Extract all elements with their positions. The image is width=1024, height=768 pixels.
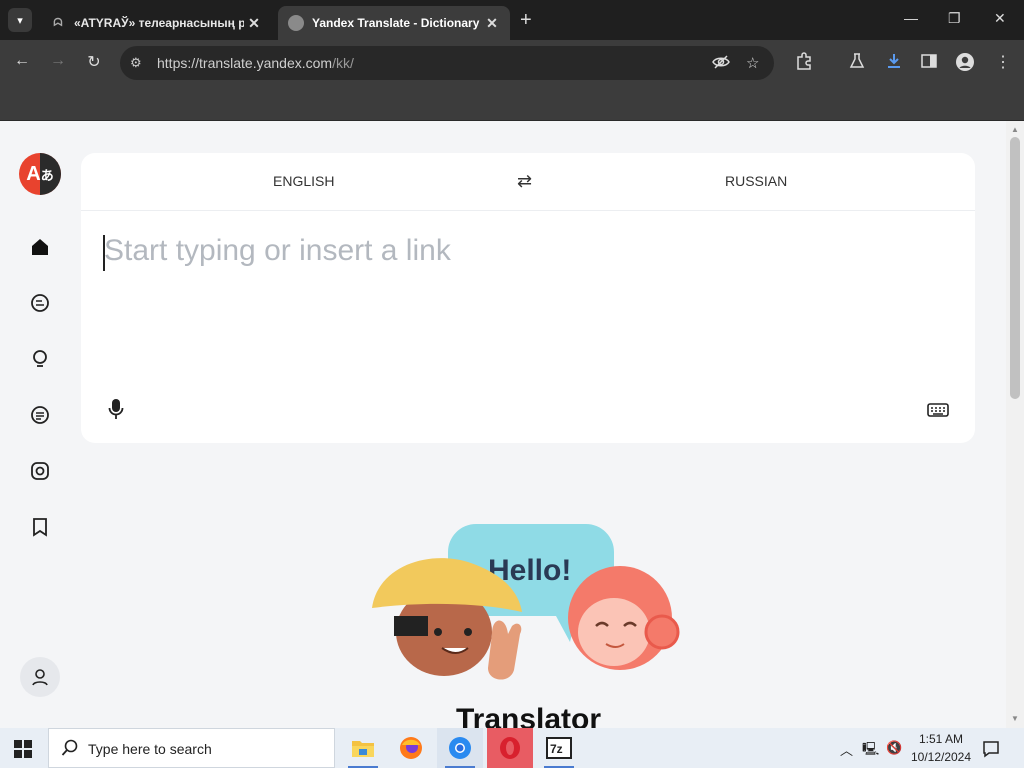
browser-menu-icon[interactable]: ⋮ — [995, 52, 1011, 72]
taskbar-search-box[interactable]: Type here to search — [48, 728, 335, 768]
minimize-icon[interactable]: — — [904, 10, 918, 26]
camera-icon[interactable] — [26, 457, 54, 485]
profile-button[interactable] — [20, 657, 60, 697]
tab-title: Yandex Translate - Dictionary a — [312, 16, 482, 30]
windows-start-icon[interactable] — [14, 740, 32, 763]
chrome-icon[interactable] — [437, 728, 483, 768]
labs-flask-icon[interactable] — [848, 52, 866, 75]
target-language-button[interactable]: RUSSIAN — [725, 173, 787, 189]
restore-icon[interactable]: ❐ — [948, 10, 961, 27]
reload-icon[interactable]: ↻ — [84, 52, 104, 72]
tab-close-icon[interactable]: ✕ — [482, 15, 502, 32]
download-icon[interactable] — [885, 52, 903, 75]
source-language-button[interactable]: ENGLISH — [273, 173, 334, 189]
file-explorer-icon[interactable] — [340, 728, 386, 768]
profile-avatar-icon[interactable] — [955, 52, 975, 77]
taskbar-clock[interactable]: 1:51 AM 10/12/2024 — [906, 730, 976, 766]
url-text[interactable]: https://translate.yandex.com/kk/ — [157, 55, 354, 71]
source-text-input[interactable]: Start typing or insert a link — [104, 234, 451, 268]
microphone-icon[interactable] — [108, 398, 124, 425]
7zip-icon[interactable]: 7z — [536, 728, 582, 768]
site-settings-icon[interactable]: ⚙ — [130, 55, 142, 71]
eye-off-icon[interactable] — [712, 54, 730, 74]
tab-yandex-translate[interactable]: Yandex Translate - Dictionary a ✕ — [278, 6, 510, 40]
notifications-icon[interactable] — [982, 740, 1000, 761]
volume-muted-icon[interactable]: 🔇 — [886, 740, 902, 756]
bookmark-icon[interactable] — [26, 513, 54, 541]
tab-close-icon[interactable]: ✕ — [244, 15, 264, 32]
show-hidden-icons[interactable]: ︿ — [840, 740, 853, 759]
clock-date: 10/12/2024 — [910, 750, 972, 764]
windows-taskbar: Type here to search 7z ︿ 🖳 🔇 1:51 AM 10/… — [0, 728, 1024, 768]
scrollbar-thumb[interactable] — [1010, 137, 1020, 399]
url-path: /kk/ — [332, 55, 354, 71]
url-host: https://translate.yandex.com — [157, 55, 333, 71]
opera-icon[interactable] — [487, 728, 533, 768]
tab-atyrau[interactable]: ᗣ «ATYRAЎ» телеарнасының ре ✕ — [40, 6, 272, 40]
tab-title: «ATYRAЎ» телеарнасының ре — [74, 16, 244, 30]
forward-icon[interactable]: → — [48, 52, 68, 70]
yandex-translate-logo[interactable]: Aあ — [19, 153, 61, 195]
translator-card: ENGLISH ⇄ RUSSIAN Start typing or insert… — [81, 153, 975, 443]
firefox-icon[interactable] — [388, 728, 434, 768]
bookmarks-bar — [0, 86, 1024, 121]
extensions-icon[interactable] — [795, 52, 813, 75]
chat-translate-icon[interactable] — [26, 289, 54, 317]
side-panel-icon[interactable] — [920, 52, 938, 75]
home-icon[interactable] — [26, 233, 54, 261]
clock-time: 1:51 AM — [918, 732, 964, 746]
user-icon — [32, 669, 48, 686]
address-bar[interactable]: ⚙ https://translate.yandex.com/kk/ ☆ — [120, 46, 774, 80]
window-close-icon[interactable]: ✕ — [994, 10, 1006, 27]
svg-text:7z: 7z — [550, 742, 563, 756]
scroll-down-icon[interactable]: ▼ — [1011, 714, 1019, 723]
page-scrollbar[interactable]: ▲ ▼ — [1006, 121, 1024, 728]
tab-search-button[interactable]: ▾ — [8, 8, 32, 32]
taskbar-search-placeholder: Type here to search — [88, 741, 212, 757]
yandex-globe-icon — [288, 15, 304, 31]
document-icon[interactable] — [26, 401, 54, 429]
bookmark-star-icon[interactable]: ☆ — [746, 54, 759, 72]
scroll-up-icon[interactable]: ▲ — [1011, 125, 1019, 134]
search-icon — [61, 739, 78, 756]
page-content: Aあ ENGLISH ⇄ RUSSIAN Start typing or ins… — [0, 121, 1006, 728]
bulb-icon[interactable] — [26, 345, 54, 373]
translator-heading: Translator — [456, 703, 602, 728]
back-icon[interactable]: ← — [12, 52, 32, 70]
swap-languages-icon[interactable]: ⇄ — [517, 171, 532, 192]
new-tab-button[interactable]: + — [520, 10, 532, 30]
browser-toolbar: ← → ↻ ⚙ https://translate.yandex.com/kk/… — [0, 40, 1024, 86]
atyrau-icon: ᗣ — [53, 16, 63, 29]
network-icon[interactable]: 🖳 — [862, 740, 879, 762]
virtual-keyboard-icon[interactable] — [927, 403, 949, 422]
hello-illustration: Hello! — [372, 524, 680, 680]
browser-tab-bar: ▾ ᗣ «ATYRAЎ» телеарнасының ре ✕ Yandex T… — [0, 0, 1024, 40]
language-bar: ENGLISH ⇄ RUSSIAN — [81, 153, 975, 211]
